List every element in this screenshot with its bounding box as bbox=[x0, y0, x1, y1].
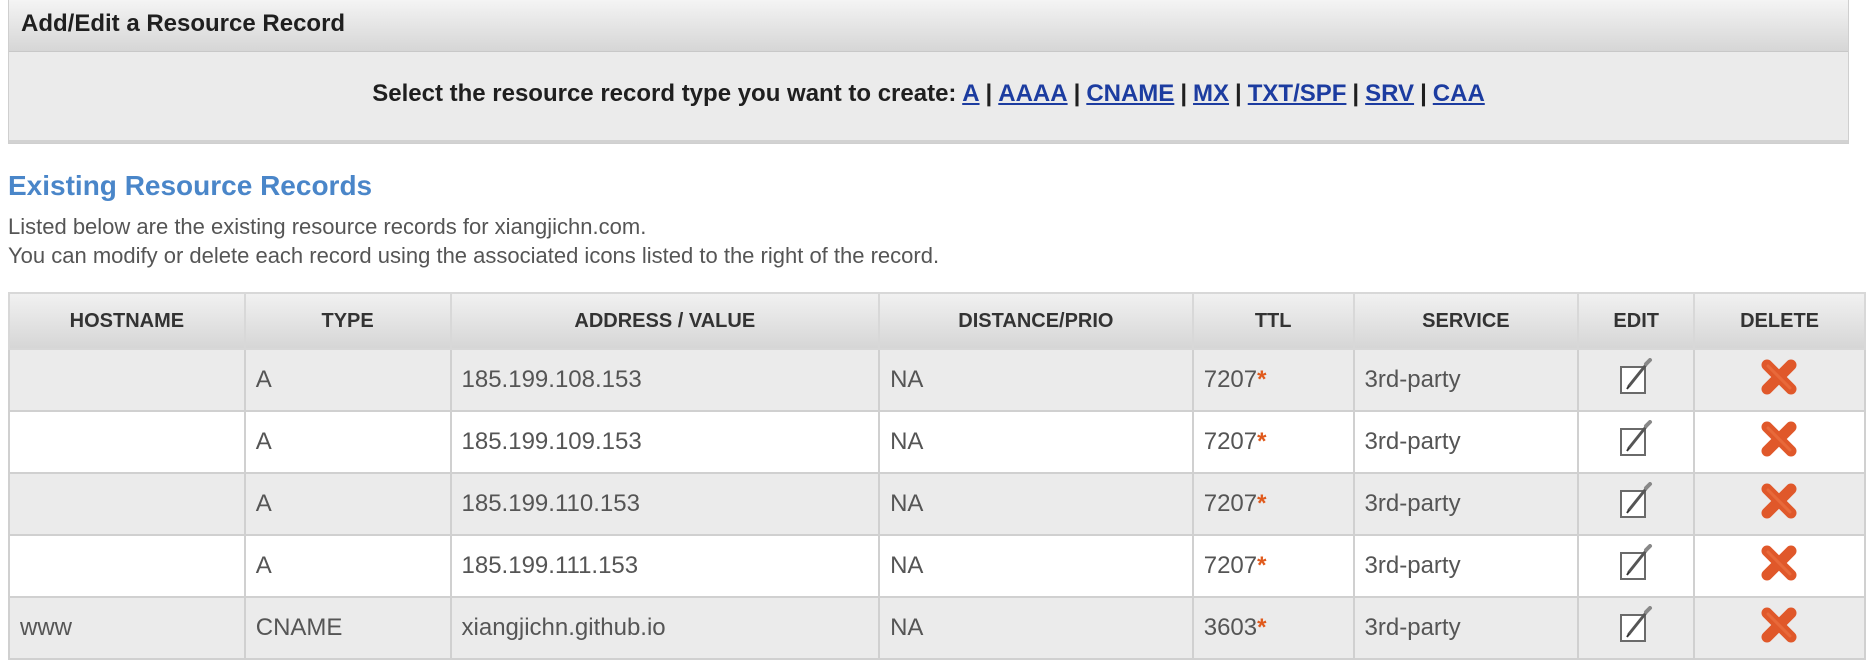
cell-type: A bbox=[243, 472, 452, 536]
cell-delete bbox=[1693, 534, 1866, 598]
edit-pencil-icon[interactable] bbox=[1619, 481, 1653, 527]
col-header-type: TYPE bbox=[243, 292, 452, 350]
ttl-marker: * bbox=[1257, 428, 1267, 455]
panel-title: Add/Edit a Resource Record bbox=[9, 0, 1848, 52]
edit-pencil-icon[interactable] bbox=[1619, 357, 1653, 403]
cell-hostname: www bbox=[8, 596, 246, 660]
intro-line-2: You can modify or delete each record usi… bbox=[8, 243, 940, 268]
cell-service: 3rd-party bbox=[1352, 472, 1580, 536]
delete-x-icon[interactable] bbox=[1759, 544, 1799, 589]
panel-divider bbox=[9, 140, 1848, 143]
table-header-row: HOSTNAME TYPE ADDRESS / VALUE DISTANCE/P… bbox=[8, 292, 1866, 350]
cell-edit bbox=[1577, 410, 1696, 474]
cell-delete bbox=[1693, 410, 1866, 474]
col-header-edit: EDIT bbox=[1577, 292, 1696, 350]
cell-service: 3rd-party bbox=[1352, 410, 1580, 474]
cell-ttl: 7207* bbox=[1191, 472, 1355, 536]
cell-hostname bbox=[8, 472, 246, 536]
link-type-aaaa[interactable]: AAAA bbox=[998, 80, 1067, 107]
ttl-value: 7207 bbox=[1203, 490, 1258, 517]
col-header-distance-prio: DISTANCE/PRIO bbox=[878, 292, 1194, 350]
table-row: A 185.199.110.153 NA 7207* 3rd-party bbox=[8, 472, 1866, 536]
col-header-delete: DELETE bbox=[1693, 292, 1866, 350]
col-header-service: SERVICE bbox=[1352, 292, 1580, 350]
ttl-value: 7207 bbox=[1203, 552, 1258, 579]
separator: | bbox=[1420, 80, 1427, 107]
select-prompt: Select the resource record type you want… bbox=[372, 80, 957, 107]
separator: | bbox=[985, 80, 993, 107]
cell-delete bbox=[1693, 348, 1866, 412]
cell-value: xiangjichn.github.io bbox=[449, 596, 881, 660]
separator: | bbox=[1352, 80, 1360, 107]
edit-pencil-icon[interactable] bbox=[1619, 605, 1653, 651]
delete-x-icon[interactable] bbox=[1759, 420, 1799, 465]
separator: | bbox=[1235, 80, 1242, 107]
ttl-value: 7207 bbox=[1203, 428, 1258, 455]
link-type-a[interactable]: A bbox=[962, 80, 979, 107]
ttl-marker: * bbox=[1257, 552, 1267, 579]
link-type-mx[interactable]: MX bbox=[1193, 80, 1229, 107]
cell-prio: NA bbox=[878, 534, 1194, 598]
cell-service: 3rd-party bbox=[1352, 596, 1580, 660]
cell-type: CNAME bbox=[243, 596, 452, 660]
delete-x-icon[interactable] bbox=[1759, 606, 1799, 651]
cell-value: 185.199.109.153 bbox=[449, 410, 881, 474]
edit-pencil-icon[interactable] bbox=[1619, 543, 1653, 589]
cell-value: 185.199.110.153 bbox=[449, 472, 881, 536]
cell-ttl: 7207* bbox=[1191, 410, 1355, 474]
cell-type: A bbox=[243, 534, 452, 598]
ttl-marker: * bbox=[1257, 614, 1267, 641]
cell-edit bbox=[1577, 534, 1696, 598]
col-header-hostname: HOSTNAME bbox=[8, 292, 246, 350]
record-type-selector: Select the resource record type you want… bbox=[9, 80, 1848, 108]
link-type-cname[interactable]: CNAME bbox=[1086, 80, 1174, 107]
records-body: A 185.199.108.153 NA 7207* 3rd-party A 1… bbox=[8, 348, 1866, 660]
separator: | bbox=[1180, 80, 1188, 107]
cell-edit bbox=[1577, 348, 1696, 412]
col-header-ttl: TTL bbox=[1191, 292, 1355, 350]
section-intro: Listed below are the existing resource r… bbox=[8, 212, 939, 270]
cell-prio: NA bbox=[878, 472, 1194, 536]
cell-ttl: 3603* bbox=[1191, 596, 1355, 660]
edit-pencil-icon[interactable] bbox=[1619, 419, 1653, 465]
cell-value: 185.199.111.153 bbox=[449, 534, 881, 598]
cell-delete bbox=[1693, 596, 1866, 660]
link-type-txt-spf[interactable]: TXT/SPF bbox=[1248, 80, 1347, 107]
cell-type: A bbox=[243, 348, 452, 412]
cell-ttl: 7207* bbox=[1191, 348, 1355, 412]
cell-value: 185.199.108.153 bbox=[449, 348, 881, 412]
cell-hostname bbox=[8, 410, 246, 474]
cell-prio: NA bbox=[878, 410, 1194, 474]
cell-edit bbox=[1577, 596, 1696, 660]
cell-prio: NA bbox=[878, 348, 1194, 412]
separator: | bbox=[1073, 80, 1081, 107]
cell-service: 3rd-party bbox=[1352, 534, 1580, 598]
section-title: Existing Resource Records bbox=[8, 170, 373, 201]
cell-prio: NA bbox=[878, 596, 1194, 660]
ttl-marker: * bbox=[1257, 490, 1267, 517]
link-type-caa[interactable]: CAA bbox=[1433, 80, 1485, 107]
col-header-address-value: ADDRESS / VALUE bbox=[449, 292, 881, 350]
table-row: A 185.199.111.153 NA 7207* 3rd-party bbox=[8, 534, 1866, 598]
link-type-srv[interactable]: SRV bbox=[1365, 80, 1414, 107]
cell-type: A bbox=[243, 410, 452, 474]
table-row: www CNAME xiangjichn.github.io NA 3603* … bbox=[8, 596, 1866, 660]
cell-hostname bbox=[8, 534, 246, 598]
intro-line-1: Listed below are the existing resource r… bbox=[8, 214, 647, 239]
ttl-value: 7207 bbox=[1203, 366, 1258, 393]
delete-x-icon[interactable] bbox=[1759, 358, 1799, 403]
cell-delete bbox=[1693, 472, 1866, 536]
ttl-value: 3603 bbox=[1203, 614, 1258, 641]
cell-hostname bbox=[8, 348, 246, 412]
delete-x-icon[interactable] bbox=[1759, 482, 1799, 527]
table-row: A 185.199.109.153 NA 7207* 3rd-party bbox=[8, 410, 1866, 474]
records-table: HOSTNAME TYPE ADDRESS / VALUE DISTANCE/P… bbox=[8, 292, 1866, 660]
cell-ttl: 7207* bbox=[1191, 534, 1355, 598]
cell-service: 3rd-party bbox=[1352, 348, 1580, 412]
ttl-marker: * bbox=[1257, 366, 1267, 393]
cell-edit bbox=[1577, 472, 1696, 536]
add-edit-panel: Add/Edit a Resource Record Select the re… bbox=[8, 0, 1849, 144]
table-row: A 185.199.108.153 NA 7207* 3rd-party bbox=[8, 348, 1866, 412]
